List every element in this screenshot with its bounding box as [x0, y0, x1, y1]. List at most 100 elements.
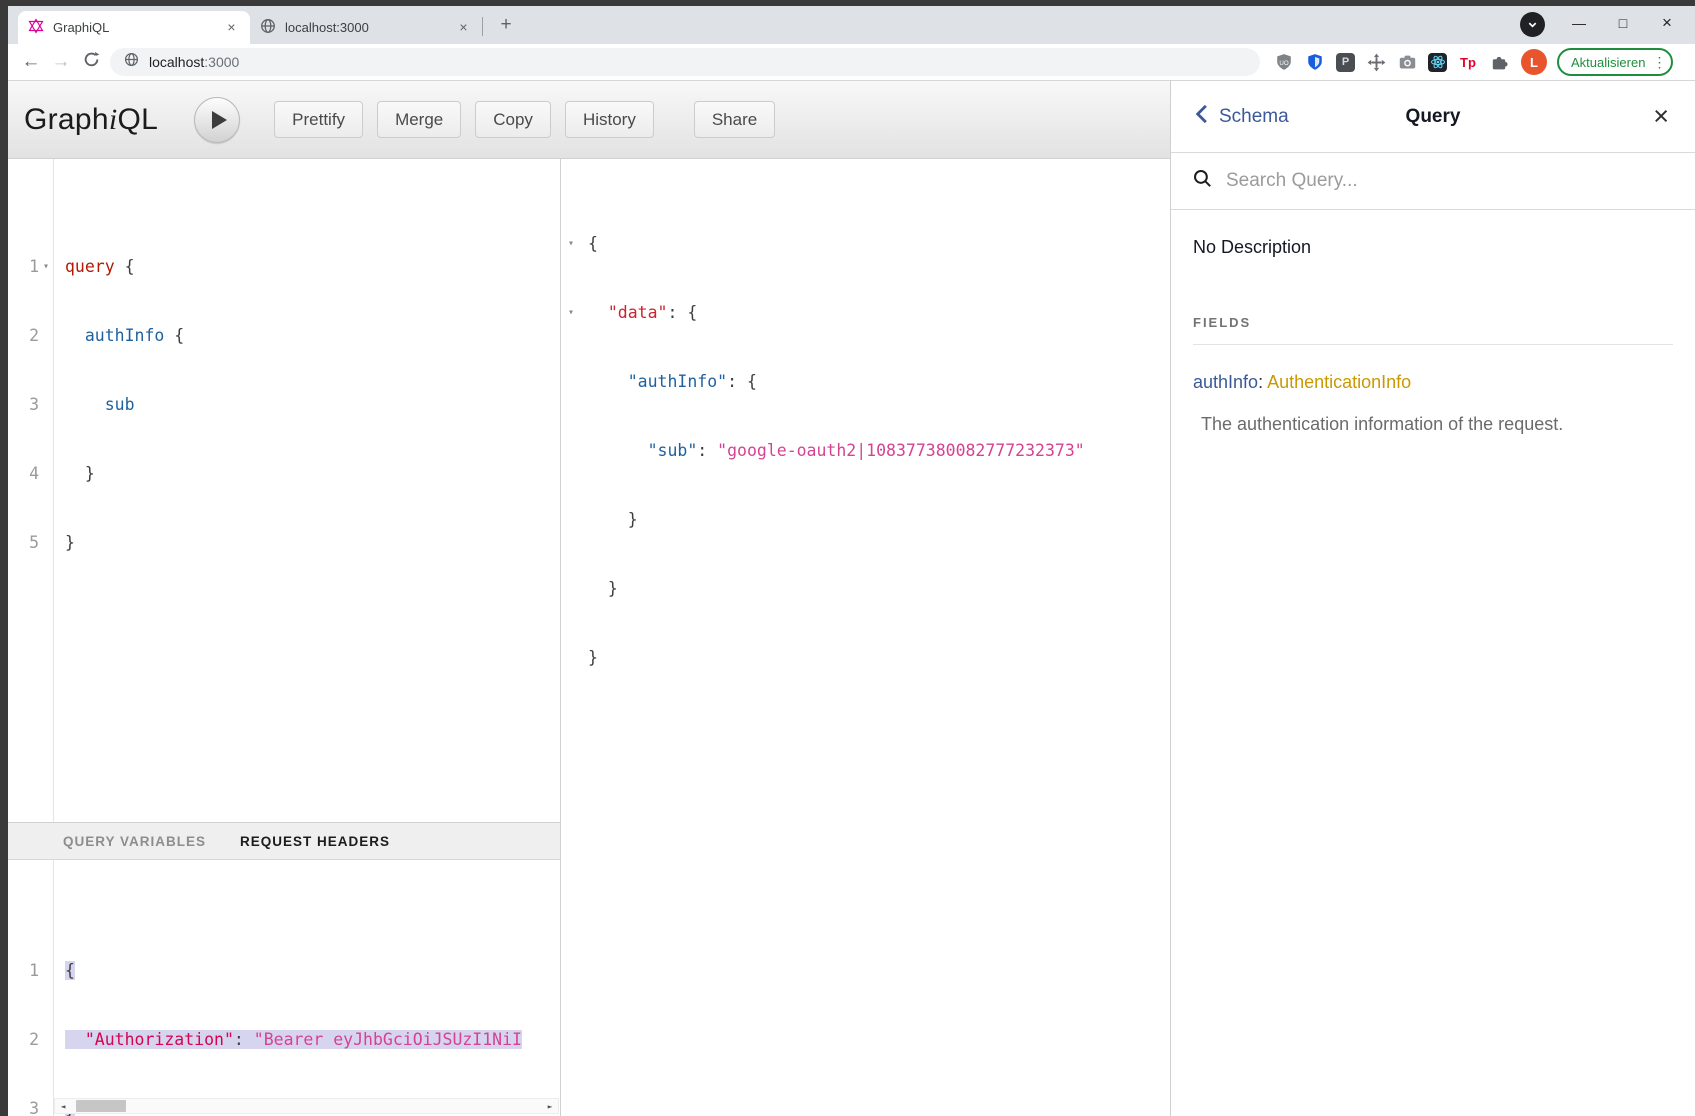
download-indicator-icon[interactable]: [1520, 12, 1545, 37]
no-description-text: No Description: [1193, 237, 1673, 258]
code-line: }: [588, 508, 638, 531]
window-controls: — □ ×: [1557, 6, 1689, 40]
scroll-left-icon[interactable]: ◄: [55, 1095, 71, 1116]
close-window-button[interactable]: ×: [1645, 6, 1689, 40]
line-number: 1: [8, 959, 39, 982]
query-editor[interactable]: 1▾query { 2 authInfo { 3 sub 4 } 5}: [8, 159, 560, 822]
fields-section-label: FIELDS: [1193, 315, 1673, 330]
code-line: {: [53, 959, 75, 982]
graphiql-app: GraphiQL Prettify Merge Copy History Sha…: [8, 81, 1695, 1116]
forward-icon[interactable]: →: [46, 51, 76, 73]
graphql-favicon-icon: [28, 18, 44, 37]
browser-toolbar: ← → localhost :3000 UO P: [8, 44, 1695, 81]
code-line: "data": {: [588, 301, 697, 324]
result-viewer[interactable]: ▾{ ▾ "data": { "authInfo": { "sub": "goo…: [561, 159, 1170, 1116]
svg-text:UO: UO: [1279, 60, 1288, 67]
gutter-divider: [53, 860, 54, 1116]
fold-arrow-icon[interactable]: ▾: [561, 232, 588, 255]
tab-query-variables[interactable]: QUERY VARIABLES: [63, 834, 206, 849]
request-headers-editor[interactable]: 1 { 2 "Authorization": "Bearer eyJhbGciOi…: [8, 860, 560, 1116]
tampermonkey-tp-icon[interactable]: Tp: [1458, 52, 1478, 72]
doc-back-label: Schema: [1219, 106, 1289, 128]
code-line: query {: [53, 255, 135, 278]
code-line: }: [53, 531, 75, 554]
line-number: 4: [8, 462, 39, 485]
tab-strip: GraphiQL × localhost:3000 × + — □ ×: [8, 6, 1695, 44]
tab-request-headers[interactable]: REQUEST HEADERS: [240, 834, 390, 849]
field-description: The authentication information of the re…: [1193, 414, 1673, 435]
line-number: 5: [8, 531, 39, 554]
horizontal-scrollbar[interactable]: ◄ ►: [54, 1098, 559, 1114]
doc-body: No Description FIELDS authInfo: Authenti…: [1171, 210, 1695, 462]
variables-section: QUERY VARIABLES REQUEST HEADERS 1 { 2 "Au…: [8, 822, 560, 1116]
doc-search-row: [1171, 153, 1695, 210]
line-number: 3: [8, 1097, 39, 1116]
profile-avatar[interactable]: L: [1521, 49, 1547, 75]
field-type-link[interactable]: AuthenticationInfo: [1267, 372, 1411, 392]
browser-menu-icon[interactable]: ⋮: [1652, 54, 1666, 71]
tab-separator: [482, 17, 483, 36]
history-button[interactable]: History: [565, 101, 654, 138]
update-label: Aktualisieren: [1571, 55, 1645, 70]
extension-p-icon[interactable]: P: [1336, 53, 1355, 72]
extension-icons: UO P Tp: [1274, 52, 1509, 72]
camera-icon[interactable]: [1397, 52, 1417, 72]
code-line: }: [588, 577, 618, 600]
react-devtools-icon[interactable]: [1428, 53, 1447, 72]
line-number: 3: [8, 393, 39, 416]
code-line: {: [588, 232, 598, 255]
maximize-button[interactable]: □: [1601, 6, 1645, 40]
play-icon: [212, 111, 227, 129]
tab-close-icon[interactable]: ×: [223, 19, 240, 36]
line-number: 2: [8, 1028, 39, 1051]
url-bar[interactable]: localhost :3000: [110, 48, 1260, 76]
graphiql-logo: GraphiQL: [24, 103, 158, 137]
fold-arrow-icon[interactable]: ▾: [39, 255, 53, 278]
doc-explorer: Schema Query × No Description FIELDS aut…: [1170, 81, 1695, 1116]
line-number: 2: [8, 324, 39, 347]
share-button[interactable]: Share: [694, 101, 775, 138]
site-info-globe-icon[interactable]: [124, 52, 139, 72]
extensions-puzzle-icon[interactable]: [1489, 52, 1509, 72]
variables-title-bar: QUERY VARIABLES REQUEST HEADERS: [8, 823, 560, 860]
editors-area: 1▾query { 2 authInfo { 3 sub 4 } 5} QUER…: [8, 159, 1170, 1116]
update-chrome-button[interactable]: Aktualisieren ⋮: [1557, 48, 1673, 76]
new-tab-button[interactable]: +: [493, 13, 519, 39]
code-line: }: [588, 646, 598, 669]
doc-search-input[interactable]: [1226, 170, 1673, 192]
field-name-link[interactable]: authInfo: [1193, 372, 1258, 392]
code-line: "Authorization": "Bearer eyJhbGciOiJSUzI…: [53, 1028, 522, 1051]
tab-close-icon[interactable]: ×: [455, 19, 472, 36]
ublock-shield-icon[interactable]: UO: [1274, 52, 1294, 72]
tab-title: localhost:3000: [285, 20, 455, 35]
code-line: }: [53, 462, 95, 485]
merge-button[interactable]: Merge: [377, 101, 461, 138]
fold-arrow-icon[interactable]: ▾: [561, 301, 588, 324]
bitwarden-shield-icon[interactable]: [1305, 52, 1325, 72]
globe-icon: [260, 18, 276, 37]
execute-query-button[interactable]: [194, 97, 240, 143]
copy-button[interactable]: Copy: [475, 101, 551, 138]
fields-divider: [1193, 344, 1673, 345]
code-line: sub: [53, 393, 135, 416]
tab-title: GraphiQL: [53, 20, 223, 35]
doc-explorer-header: Schema Query ×: [1171, 81, 1695, 153]
doc-back-link[interactable]: Schema: [1195, 104, 1289, 130]
line-number: 1: [8, 255, 39, 278]
tab-graphiql[interactable]: GraphiQL ×: [18, 11, 250, 44]
graphiql-main: GraphiQL Prettify Merge Copy History Sha…: [8, 81, 1170, 1116]
move-cross-icon[interactable]: [1366, 52, 1386, 72]
doc-close-icon[interactable]: ×: [1653, 103, 1669, 130]
scrollbar-track[interactable]: [71, 1099, 542, 1113]
reload-icon[interactable]: [76, 51, 106, 74]
scroll-right-icon[interactable]: ►: [542, 1095, 558, 1116]
graphiql-toolbar: GraphiQL Prettify Merge Copy History Sha…: [8, 81, 1170, 159]
minimize-button[interactable]: —: [1557, 6, 1601, 40]
tab-localhost[interactable]: localhost:3000 ×: [250, 11, 482, 44]
field-item: authInfo: AuthenticationInfo: [1193, 372, 1673, 393]
back-icon[interactable]: ←: [16, 51, 46, 73]
url-host: localhost: [149, 54, 204, 70]
browser-window: GraphiQL × localhost:3000 × + — □ × ← →: [8, 6, 1695, 1116]
prettify-button[interactable]: Prettify: [274, 101, 363, 138]
scrollbar-thumb[interactable]: [76, 1100, 126, 1112]
